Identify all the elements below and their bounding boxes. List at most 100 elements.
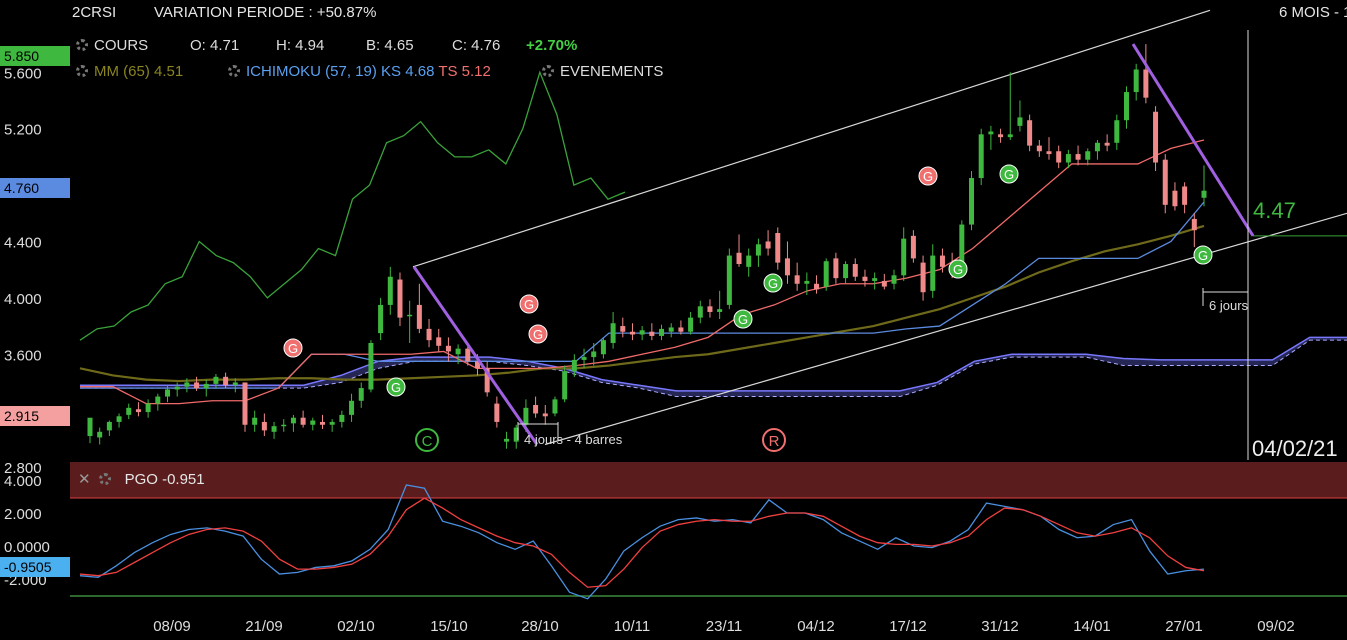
candle-body <box>726 255 732 305</box>
comparison-line <box>79 70 626 341</box>
mm-legend[interactable]: MM (65) 4.51 <box>76 63 183 80</box>
pgo-tick-label: 2.000 <box>4 506 42 523</box>
down-trend-line-2 <box>1131 43 1255 237</box>
candle-body <box>1075 154 1081 160</box>
candle-body <box>290 417 296 424</box>
candle-body <box>319 421 325 425</box>
pgo-value-box: -0.9505 <box>0 557 70 577</box>
candle-body <box>823 261 829 287</box>
candle-body <box>717 309 723 312</box>
candle-body <box>203 383 209 389</box>
date-tick-label: 02/10 <box>337 618 375 635</box>
candle-body <box>213 376 219 384</box>
candle-body <box>988 131 994 135</box>
candle-body <box>1056 151 1062 163</box>
candle-body <box>804 280 810 284</box>
candle-body <box>746 255 752 267</box>
price-chart[interactable]: 5.6005.2004.8004.4004.0003.6003.2002.800… <box>0 0 1347 640</box>
candle-body <box>368 342 374 390</box>
candle-body <box>659 328 665 336</box>
candle-body <box>261 421 267 431</box>
date-tick-label: 04/12 <box>797 618 835 635</box>
ichimoku-legend[interactable]: ICHIMOKU (57, 19) KS 4.68 TS 5.12 <box>228 63 491 80</box>
gap-label-1: 4 jours - 4 barres <box>524 432 623 447</box>
date-tick-label: 14/01 <box>1073 618 1111 635</box>
candle-body <box>649 331 655 336</box>
candle-body <box>300 417 306 425</box>
event-g-letter: G <box>768 276 778 291</box>
candle-body <box>959 224 965 263</box>
candle-body <box>668 327 674 332</box>
period-selector[interactable]: 6 MOIS - 1 <box>1279 4 1347 21</box>
candle-body <box>814 283 820 290</box>
candle-body <box>552 399 558 414</box>
open-value: O: 4.71 <box>190 37 240 54</box>
candle-body <box>688 317 694 332</box>
candle-body <box>445 345 451 352</box>
event-g-letter: G <box>524 297 534 312</box>
event-g-letter: G <box>533 327 543 342</box>
tenkan-line <box>80 139 1205 405</box>
candle-body <box>969 178 975 225</box>
candle-body <box>1017 117 1023 126</box>
min-price-box: 2.915 <box>0 406 70 426</box>
gear-icon[interactable] <box>76 39 88 51</box>
candle-body <box>1094 142 1100 152</box>
date-tick-label: 08/09 <box>153 618 191 635</box>
candle-body <box>232 382 238 386</box>
candle-body <box>1153 111 1159 163</box>
date-tick-label: 09/02 <box>1257 618 1295 635</box>
event-g-letter: G <box>738 312 748 327</box>
symbol-label: 2CRSI <box>72 4 117 21</box>
gear-icon[interactable] <box>76 65 88 77</box>
max-price-box: 5.850 <box>0 46 70 66</box>
candle-body <box>1191 218 1197 231</box>
target-value-label: 4.47 <box>1253 198 1296 223</box>
pgo-legend[interactable]: ✕ PGO -0.951 <box>78 470 205 488</box>
price-tick-label: 4.400 <box>4 234 42 251</box>
events-label: EVENEMENTS <box>560 63 664 80</box>
pgo-panel: 4.0002.0000.0000-2.000 <box>4 462 1347 600</box>
cours-legend[interactable]: COURS <box>76 37 148 54</box>
candle-body <box>862 276 868 281</box>
candle-body <box>523 407 529 425</box>
candle-body <box>1143 69 1149 98</box>
price-tick-label: 5.600 <box>4 65 42 82</box>
close-icon[interactable]: ✕ <box>78 471 91 488</box>
gear-icon[interactable] <box>228 65 240 77</box>
event-markers[interactable]: GGGGGGGGGGC R <box>283 164 1213 452</box>
candle-body <box>339 414 345 422</box>
candle-body <box>155 396 161 404</box>
candle-body <box>416 304 422 329</box>
candle-body <box>87 417 93 437</box>
price-tick-label: 5.200 <box>4 122 42 139</box>
candle-body <box>852 264 858 277</box>
candle-body <box>533 405 539 414</box>
candle-body <box>1104 142 1110 146</box>
candle-body <box>378 304 384 334</box>
price-tick-label: 4.000 <box>4 291 42 308</box>
candle-body <box>242 382 248 425</box>
candle-body <box>223 376 229 386</box>
event-g-letter: G <box>1198 248 1208 263</box>
candle-body <box>930 255 936 291</box>
candle-body <box>1036 145 1042 152</box>
pgo-label: PGO -0.951 <box>124 471 205 488</box>
candle-body <box>610 323 616 343</box>
candle-body <box>639 330 645 335</box>
candle-body <box>329 421 335 425</box>
candle-body <box>1124 92 1130 121</box>
candle-body <box>833 258 839 279</box>
candle-body <box>164 389 170 397</box>
gear-icon[interactable] <box>542 65 554 77</box>
events-legend[interactable]: EVENEMENTS <box>542 63 663 80</box>
candle-body <box>571 359 577 372</box>
candle-body <box>397 279 403 318</box>
candle-body <box>872 278 878 281</box>
candle-body <box>1182 186 1188 205</box>
candle-body <box>920 262 926 293</box>
event-g-letter: G <box>288 341 298 356</box>
candle-body <box>1046 151 1052 155</box>
price-tick-label: 3.600 <box>4 347 42 364</box>
gear-icon[interactable] <box>98 473 111 485</box>
